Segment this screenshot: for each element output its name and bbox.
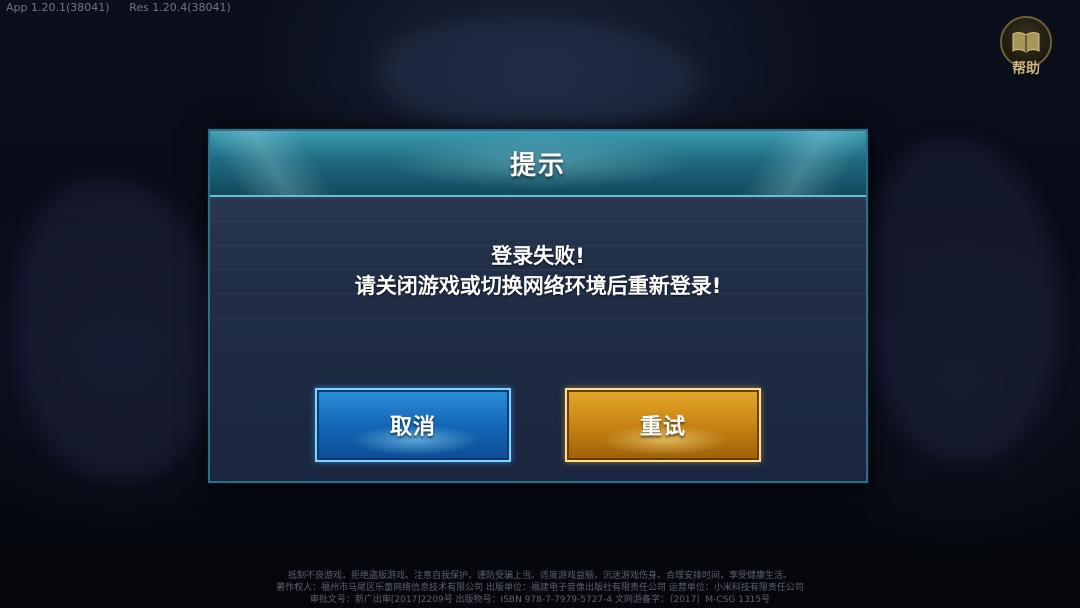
- help-button[interactable]: 帮助: [998, 16, 1054, 86]
- retry-button[interactable]: 重试: [565, 388, 761, 462]
- app-version: App 1.20.1(38041): [6, 1, 110, 14]
- copyright-line: 著作权人：福州市马尾区乐童网络信息技术有限公司 出版单位：福建电子音像出版社有限…: [276, 583, 804, 593]
- dialog-message-line2: 请关闭游戏或切换网络环境后重新登录!: [354, 274, 722, 298]
- health-notice: 抵制不良游戏，拒绝盗版游戏。注意自我保护，谨防受骗上当。适度游戏益脑，沉迷游戏伤…: [0, 570, 1080, 606]
- background-rock: [870, 140, 1060, 460]
- dialog-message: 登录失败! 请关闭游戏或切换网络环境后重新登录!: [210, 241, 866, 301]
- dialog-header: 提示: [210, 131, 866, 197]
- background-rock: [380, 20, 700, 130]
- dialog-message-line1: 登录失败!: [491, 244, 585, 268]
- help-label: 帮助: [1012, 61, 1040, 77]
- approval-line: 审批文号：新广出审[2017]2209号 出版物号：ISBN 978-7-797…: [309, 595, 771, 605]
- book-icon: [1012, 32, 1040, 53]
- background-rock: [20, 180, 220, 480]
- login-failed-dialog: 提示 登录失败! 请关闭游戏或切换网络环境后重新登录! 取消 重试: [208, 129, 868, 483]
- res-version: Res 1.20.4(38041): [129, 1, 231, 14]
- dialog-title: 提示: [509, 150, 566, 181]
- game-screen: App 1.20.1(38041) Res 1.20.4(38041) 帮助 提…: [0, 0, 1080, 608]
- version-info: App 1.20.1(38041) Res 1.20.4(38041): [6, 1, 247, 14]
- health-notice-line1: 抵制不良游戏，拒绝盗版游戏。注意自我保护，谨防受骗上当。适度游戏益脑，沉迷游戏伤…: [287, 571, 792, 581]
- cancel-button[interactable]: 取消: [315, 388, 511, 462]
